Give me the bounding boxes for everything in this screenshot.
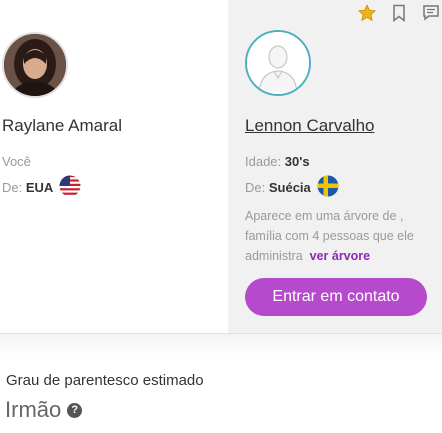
- sweden-flag-icon: [317, 175, 339, 200]
- match-from-label: De:: [245, 180, 266, 195]
- divider-shadow: [0, 334, 442, 356]
- relationship-estimate: Irmão ?: [5, 397, 83, 423]
- star-icon[interactable]: [356, 2, 378, 24]
- message-icon[interactable]: [420, 2, 442, 24]
- match-country: Suécia: [268, 180, 311, 195]
- match-origin: De: Suécia: [245, 175, 339, 200]
- view-tree-link[interactable]: ver árvore: [310, 249, 370, 263]
- us-flag-icon: [59, 175, 81, 200]
- user-you-label: Você: [2, 154, 31, 169]
- match-age-value: 30's: [284, 154, 310, 169]
- match-age: Idade: 30's: [245, 154, 310, 169]
- contact-button[interactable]: Entrar em contato: [245, 278, 427, 316]
- relationship-value: Irmão: [5, 397, 62, 422]
- user-country: EUA: [25, 180, 54, 195]
- user-avatar: [2, 32, 68, 98]
- user-from-label: De:: [2, 180, 23, 195]
- relationship-label: Grau de parentesco estimado: [6, 372, 204, 389]
- match-avatar[interactable]: [245, 30, 311, 96]
- help-icon[interactable]: ?: [67, 402, 83, 418]
- match-actions: [356, 2, 442, 24]
- user-name: Raylane Amaral: [2, 116, 123, 135]
- match-name-link[interactable]: Lennon Carvalho: [245, 116, 374, 136]
- match-age-label: Idade:: [245, 154, 282, 169]
- bookmark-icon[interactable]: [388, 2, 410, 24]
- tree-description: Aparece em uma árvore de , família com 4…: [245, 206, 435, 266]
- user-origin: De: EUA: [2, 175, 81, 200]
